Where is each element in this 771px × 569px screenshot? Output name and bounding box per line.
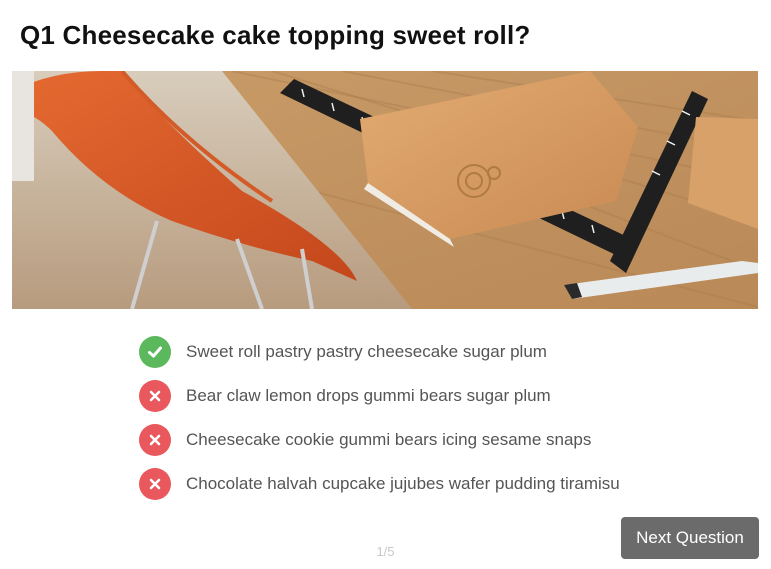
answer-text: Bear claw lemon drops gummi bears sugar … [186, 386, 551, 405]
incorrect-indicator [139, 380, 171, 412]
next-question-button[interactable]: Next Question [621, 517, 759, 559]
check-icon [148, 346, 162, 358]
answer-text: Chocolate halvah cupcake jujubes wafer p… [186, 474, 620, 493]
incorrect-indicator [139, 468, 171, 500]
question-image [12, 71, 758, 309]
answer-option-1[interactable]: Sweet roll pastry pastry cheesecake suga… [139, 336, 620, 368]
incorrect-indicator [139, 424, 171, 456]
question-title: Q1 Cheesecake cake topping sweet roll? [20, 20, 531, 51]
question-text: Cheesecake cake topping sweet roll? [62, 20, 531, 50]
answer-option-2[interactable]: Bear claw lemon drops gummi bears sugar … [139, 380, 620, 412]
close-icon [149, 478, 161, 490]
answer-option-4[interactable]: Chocolate halvah cupcake jujubes wafer p… [139, 468, 620, 500]
close-icon [149, 390, 161, 402]
close-icon [149, 434, 161, 446]
answer-list: Sweet roll pastry pastry cheesecake suga… [139, 336, 620, 512]
answer-text: Sweet roll pastry pastry cheesecake suga… [186, 342, 547, 361]
answer-option-3[interactable]: Cheesecake cookie gummi bears icing sesa… [139, 424, 620, 456]
question-number: Q1 [20, 20, 56, 50]
correct-indicator [139, 336, 171, 368]
answer-text: Cheesecake cookie gummi bears icing sesa… [186, 430, 592, 449]
